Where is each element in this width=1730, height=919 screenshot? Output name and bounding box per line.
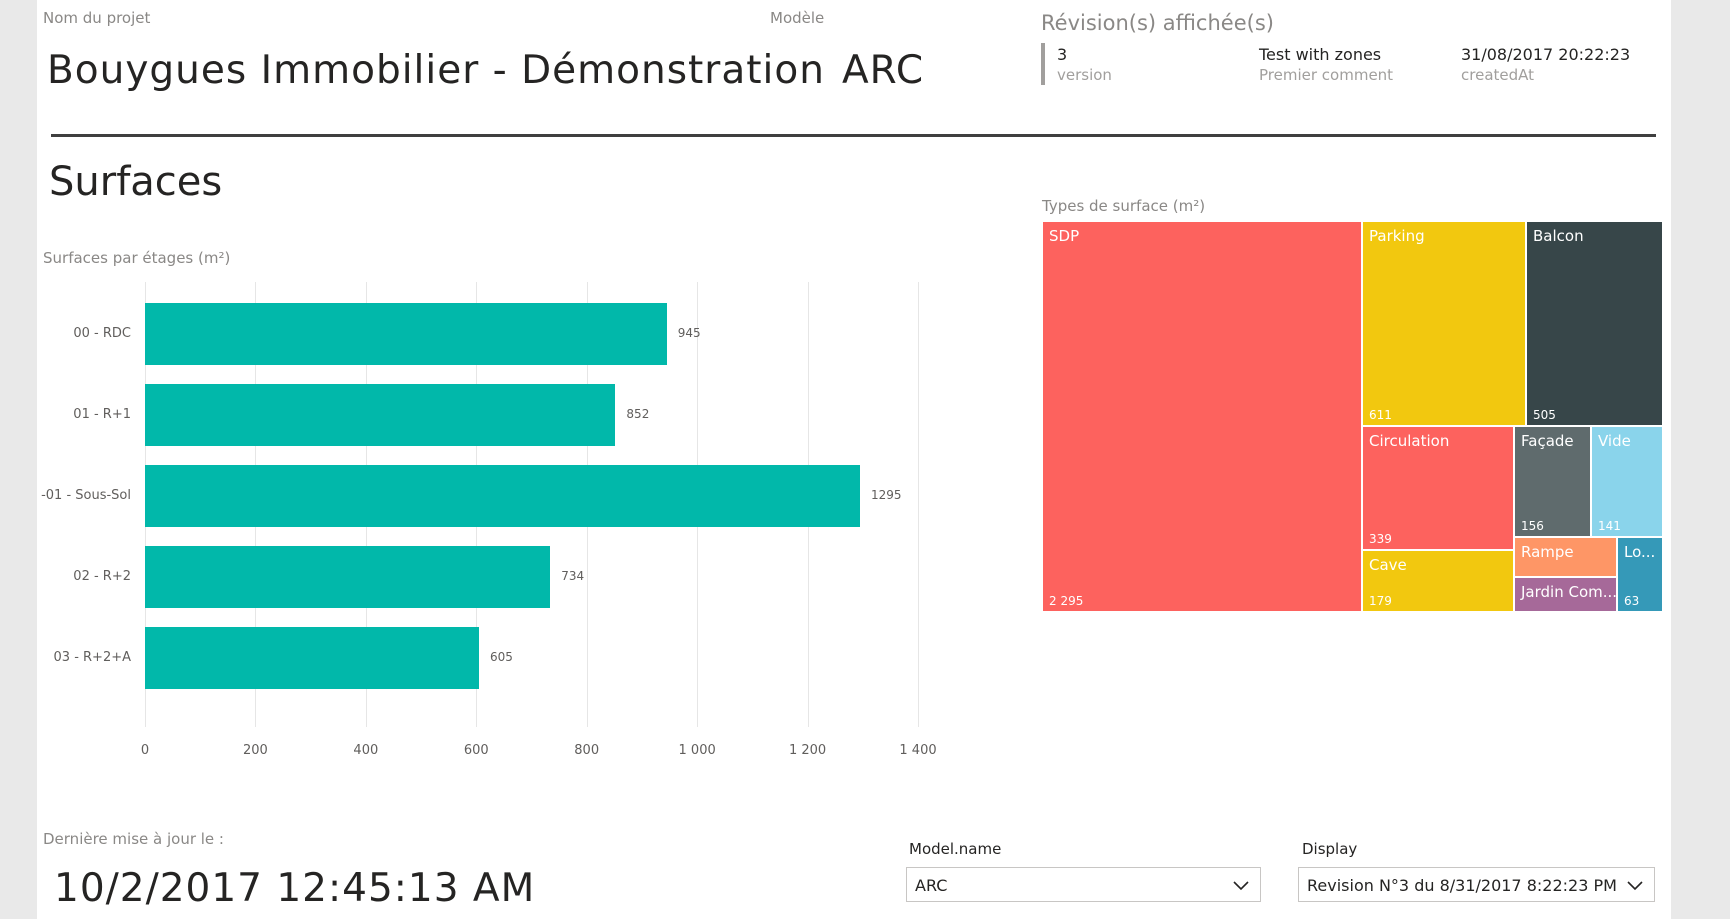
data-label: 852	[626, 407, 650, 421]
bar-chart-title: Surfaces par étages (m²)	[43, 249, 231, 267]
revision-comment-label: Premier comment	[1259, 66, 1394, 84]
model-slicer-dropdown[interactable]: ARC	[906, 867, 1261, 902]
category-label: 00 - RDC	[73, 326, 131, 341]
project-label: Nom du projet	[43, 9, 151, 27]
revision-version-value: 3	[1057, 45, 1068, 64]
treemap-cell-value: 611	[1369, 408, 1392, 422]
bar[interactable]	[145, 627, 480, 689]
treemap-cell-rampe[interactable]: Rampe	[1514, 537, 1617, 577]
treemap-cell-value: 339	[1369, 532, 1392, 546]
treemap-cell-value: 141	[1598, 519, 1621, 533]
treemap-cell-label: Vide	[1598, 432, 1631, 450]
treemap-cell-sdp[interactable]: SDP 2 295	[1042, 221, 1362, 612]
display-slicer-value: Revision N°3 du 8/31/2017 8:22:23 PM	[1307, 876, 1617, 895]
x-tick-label: 1 400	[899, 743, 937, 758]
x-tick-label: 1 000	[678, 743, 716, 758]
treemap-cell-value: 2 295	[1049, 594, 1084, 608]
display-slicer-label: Display	[1302, 840, 1358, 858]
category-label: 02 - R+2	[73, 569, 131, 584]
treemap-cell-vide[interactable]: Vide 141	[1591, 426, 1663, 537]
treemap-title: Types de surface (m²)	[1042, 197, 1206, 215]
chevron-down-icon	[1627, 881, 1643, 891]
treemap-cell-label: Jardin Com...	[1521, 583, 1617, 601]
bar-chart[interactable]: 0 200 400 600 800 1 000 1 200 1 400 00 - RDC 945 0…	[37, 270, 957, 770]
updated-label: Dernière mise à jour le :	[43, 830, 224, 848]
data-label: 605	[490, 650, 513, 664]
x-tick-label: 400	[353, 743, 379, 758]
data-label: 734	[561, 569, 585, 583]
treemap-cell-value: 505	[1533, 408, 1556, 422]
bar[interactable]	[145, 465, 861, 527]
category-label: 03 - R+2+A	[53, 650, 131, 665]
section-title: Surfaces	[49, 159, 223, 205]
treemap-cell-jardin-com[interactable]: Jardin Com...	[1514, 577, 1617, 612]
bar[interactable]	[145, 546, 551, 608]
model-label: Modèle	[770, 9, 825, 27]
x-tick-label: 200	[243, 743, 268, 758]
updated-value: 10/2/2017 12:45:13 AM	[54, 866, 536, 911]
treemap-cell-value: 179	[1369, 594, 1392, 608]
revision-comment-value: Test with zones	[1259, 45, 1382, 64]
treemap-cell-value: 63	[1624, 594, 1640, 608]
model-slicer-label: Model.name	[909, 840, 1002, 858]
x-tick-label: 600	[463, 743, 489, 758]
treemap-cell-label: Lo...	[1624, 543, 1656, 561]
report-canvas: Nom du projet Bouygues Immobilier - Démo…	[37, 0, 1671, 919]
treemap-cell-parking[interactable]: Parking 611	[1362, 221, 1526, 426]
treemap-cell-circulation[interactable]: Circulation 339	[1362, 426, 1514, 550]
revision-version-label: version	[1057, 66, 1112, 84]
treemap-cell-cave[interactable]: Cave 179	[1362, 550, 1514, 612]
treemap-cell-label: Parking	[1369, 227, 1425, 245]
data-label: 1295	[871, 488, 902, 502]
treemap-cell-façade[interactable]: Façade 156	[1514, 426, 1591, 537]
project-name: Bouygues Immobilier - Démonstration	[47, 48, 825, 93]
category-label: -01 - Sous-Sol	[41, 488, 131, 503]
revision-accent-bar	[1041, 43, 1045, 85]
data-label: 945	[677, 326, 701, 340]
revision-created-value: 31/08/2017 20:22:23	[1461, 45, 1631, 64]
revision-created-label: createdAt	[1461, 66, 1535, 84]
display-slicer-dropdown[interactable]: Revision N°3 du 8/31/2017 8:22:23 PM	[1298, 867, 1655, 902]
x-tick-label: 800	[574, 743, 600, 758]
model-slicer-value: ARC	[915, 876, 948, 895]
treemap-cell-label: Façade	[1521, 432, 1574, 450]
treemap-cell-label: Cave	[1369, 556, 1407, 574]
grid-line	[918, 282, 919, 727]
header-divider	[51, 134, 1656, 137]
treemap-cell-value: 156	[1521, 519, 1544, 533]
treemap-cell-lo[interactable]: Lo... 63	[1617, 537, 1663, 612]
bar[interactable]	[145, 384, 616, 446]
treemap-chart[interactable]: SDP 2 295 Parking 611 Balcon 505 Circulation 33…	[1042, 221, 1663, 612]
chevron-down-icon	[1233, 881, 1249, 891]
treemap-cell-balcon[interactable]: Balcon 505	[1526, 221, 1663, 426]
revision-title: Révision(s) affichée(s)	[1041, 11, 1274, 35]
model-name: ARC	[842, 48, 925, 93]
treemap-cell-label: Circulation	[1369, 432, 1450, 450]
treemap-cell-label: Rampe	[1521, 543, 1574, 561]
treemap-cell-label: Balcon	[1533, 227, 1584, 245]
category-label: 01 - R+1	[73, 407, 131, 422]
treemap-cell-label: SDP	[1049, 227, 1080, 245]
x-tick-label: 0	[140, 743, 150, 758]
bar[interactable]	[145, 303, 667, 365]
x-tick-label: 1 200	[788, 743, 827, 758]
